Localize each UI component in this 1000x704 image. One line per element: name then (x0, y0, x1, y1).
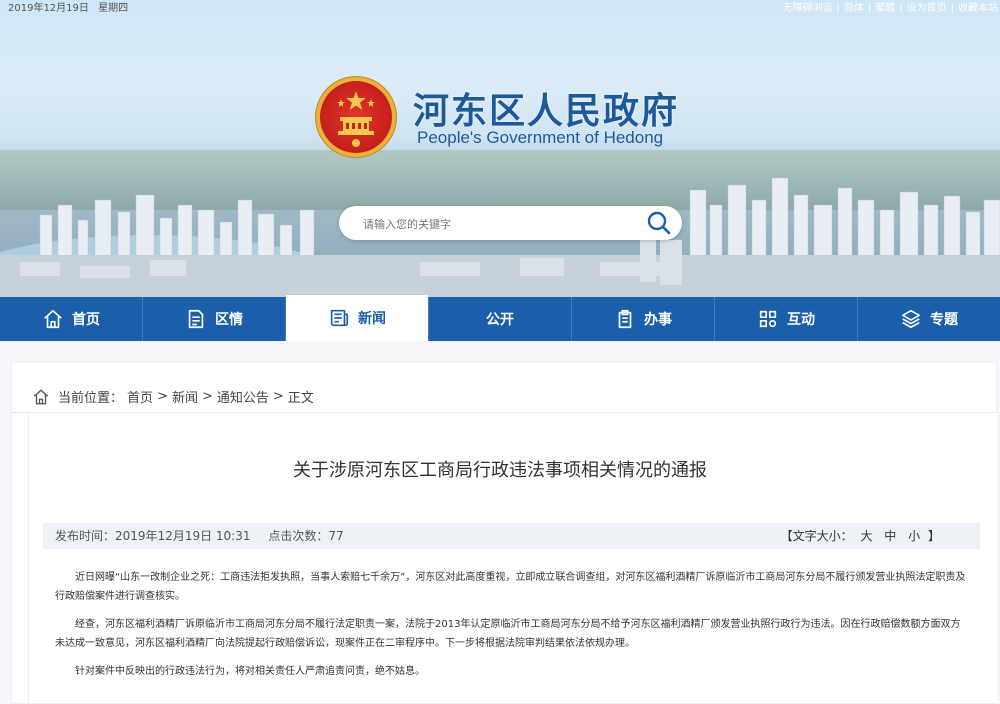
article-meta: 发布时间：2019年12月19日 10:31 点击次数：77 【文字大小： 大 … (43, 523, 980, 549)
current-date: 2019年12月19日 星期四 (8, 0, 128, 17)
separator: | (951, 3, 954, 14)
font-small-button[interactable]: 小 (908, 529, 920, 543)
search-input[interactable] (361, 214, 635, 234)
document-icon (185, 308, 207, 330)
nav-item-news[interactable]: 新闻 (286, 295, 428, 341)
breadcrumb-notices-link[interactable]: 通知公告 (217, 387, 269, 406)
layers-icon (900, 308, 922, 330)
home-icon (42, 308, 64, 330)
national-emblem-icon (316, 77, 396, 157)
nav-item-topics[interactable]: 专题 (858, 297, 1000, 341)
nav-item-services[interactable]: 办事 (572, 297, 714, 341)
nav-label: 专题 (930, 309, 958, 329)
meta-info: 发布时间：2019年12月19日 10:31 点击次数：77 (55, 523, 344, 549)
separator: | (899, 3, 902, 14)
interaction-icon (757, 308, 779, 330)
home-icon (32, 388, 50, 406)
city-skyline-image (0, 0, 1000, 297)
clipboard-icon (614, 308, 636, 330)
news-icon (328, 307, 350, 329)
separator: | (868, 3, 871, 14)
breadcrumb: 当前位置： 首页 > 新闻 > 通知公告 > 正文 (32, 387, 314, 406)
breadcrumb-separator: > (273, 389, 284, 404)
nav-item-open[interactable]: 公开 (429, 297, 571, 341)
breadcrumb-separator: > (157, 389, 168, 404)
nav-item-interaction[interactable]: 互动 (715, 297, 857, 341)
font-large-button[interactable]: 大 (860, 529, 872, 543)
top-bar: 2019年12月19日 星期四 无障碍浏览 | 简体 | 繁體 | 设为首页 | 收藏本站 (0, 0, 1000, 17)
site-title: 河东区人民政府 (413, 82, 679, 134)
breadcrumb-separator: > (202, 389, 213, 404)
breadcrumb-label: 当前位置： (58, 387, 123, 406)
main-nav: 首页 区情 新闻 公开 办事 互动 专题 (0, 297, 1000, 341)
traditional-link[interactable]: 繁體 (875, 3, 895, 14)
date-text: 2019年12月19日 (8, 3, 89, 14)
nav-label: 办事 (644, 309, 672, 329)
article-title: 关于涉原河东区工商局行政违法事项相关情况的通报 (0, 456, 1000, 482)
font-medium-button[interactable]: 中 (884, 529, 896, 543)
weekday-text: 星期四 (98, 3, 128, 14)
article-paragraph: 经查，河东区福利酒精厂诉原临沂市工商局河东分局不履行法定职责一案，法院于2013… (55, 615, 970, 653)
article-body: 近日网曝“山东一改制企业之死：工商违法拒发执照，当事人索赔七千余万”，河东区对此… (55, 568, 970, 690)
publish-label: 发布时间： (55, 529, 115, 543)
breadcrumb-current: 正文 (288, 387, 314, 406)
nav-label: 新闻 (358, 308, 386, 328)
article-paragraph: 近日网曝“山东一改制企业之死：工商违法拒发执照，当事人索赔七千余万”，河东区对此… (55, 568, 970, 606)
bookmark-link[interactable]: 收藏本站 (958, 3, 998, 14)
publish-time: 2019年12月19日 10:31 (115, 529, 250, 543)
top-links: 无障碍浏览 | 简体 | 繁體 | 设为首页 | 收藏本站 (781, 0, 1000, 17)
clicks-count: 77 (328, 529, 343, 543)
header-banner: 2019年12月19日 星期四 无障碍浏览 | 简体 | 繁體 | 设为首页 | 收藏本站 河东… (0, 0, 1000, 297)
article-paragraph: 针对案件中反映出的行政违法行为，将对相关责任人严肃追责问责，绝不姑息。 (55, 662, 970, 681)
search-icon[interactable] (646, 210, 672, 236)
simplified-link[interactable]: 简体 (844, 3, 864, 14)
nav-label: 互动 (787, 309, 815, 329)
search-box (339, 206, 682, 240)
nav-item-overview[interactable]: 区情 (143, 297, 285, 341)
accessibility-link[interactable]: 无障碍浏览 (783, 3, 833, 14)
breadcrumb-home-link[interactable]: 首页 (127, 387, 153, 406)
set-homepage-link[interactable]: 设为首页 (907, 3, 947, 14)
nav-label: 首页 (72, 309, 100, 329)
breadcrumb-news-link[interactable]: 新闻 (172, 387, 198, 406)
font-size-switcher: 【文字大小： 大 中 小 】 (781, 523, 940, 549)
separator: | (837, 3, 840, 14)
site-subtitle: People's Government of Hedong (417, 128, 663, 148)
nav-label: 公开 (486, 309, 514, 329)
nav-item-home[interactable]: 首页 (0, 297, 142, 341)
nav-label: 区情 (215, 309, 243, 329)
clicks-label: 点击次数： (268, 529, 328, 543)
font-size-bracket: 】 (928, 529, 940, 543)
font-size-label: 【文字大小： (781, 529, 853, 543)
